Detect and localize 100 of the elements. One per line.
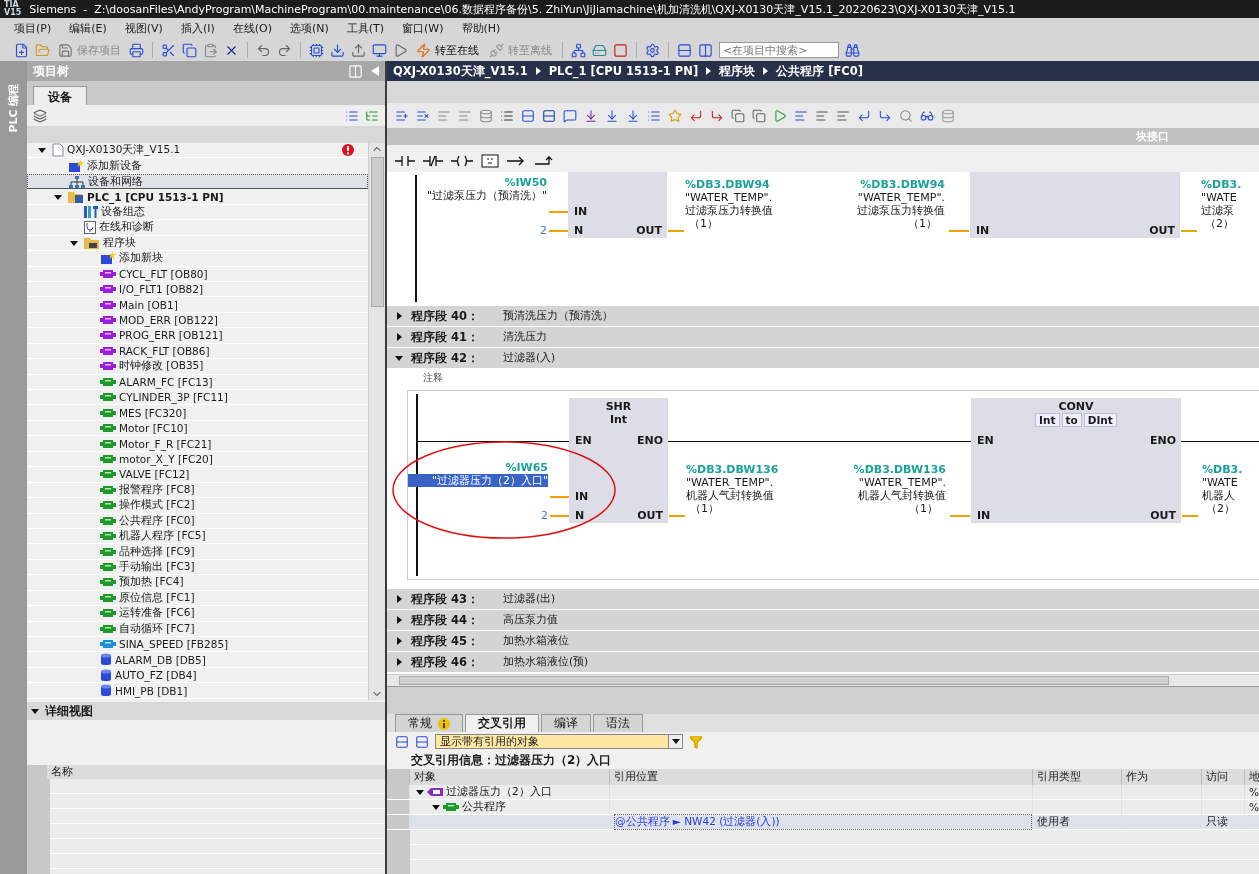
search-field[interactable]: <在项目中搜索> <box>719 42 839 58</box>
caret-right-icon[interactable] <box>395 616 403 624</box>
align-left-icon[interactable] <box>794 108 808 123</box>
go-online-button[interactable]: 转至在线 <box>414 42 481 58</box>
caret-right-icon[interactable] <box>395 333 403 341</box>
device-icon[interactable] <box>592 42 607 58</box>
caret-down-icon[interactable] <box>70 238 78 247</box>
vertical-scrollbar[interactable] <box>368 143 385 700</box>
tree-item[interactable]: ALARM_DB [DB5] <box>27 652 368 668</box>
menu-item[interactable]: 选项(N) <box>289 21 329 36</box>
undo-icon[interactable] <box>256 42 271 58</box>
network-icon[interactable] <box>571 42 586 58</box>
tree-item[interactable]: VALVE [FC12] <box>27 467 368 483</box>
tree-item[interactable]: 操作模式 [FC2] <box>27 498 368 514</box>
rows-icon[interactable] <box>521 108 535 123</box>
tree-item[interactable]: 公共程序 <box>410 800 610 815</box>
paste-icon[interactable] <box>203 42 218 58</box>
negated-contact-icon[interactable] <box>423 155 443 167</box>
inspector-tab[interactable]: 常规 <box>395 714 463 732</box>
contact-icon[interactable] <box>395 155 415 167</box>
coil-icon[interactable] <box>451 155 473 167</box>
tree-view-icon[interactable] <box>365 108 379 123</box>
tree-item[interactable]: 添加新块 <box>27 251 368 267</box>
menu-item[interactable]: 帮助(H) <box>461 21 501 36</box>
menu-item[interactable]: 窗口(W) <box>402 21 444 36</box>
play-icon[interactable] <box>773 108 787 123</box>
columns-icon[interactable] <box>698 42 713 58</box>
return-icon[interactable] <box>857 108 871 123</box>
redo-icon[interactable] <box>277 42 292 58</box>
breadcrumb-item[interactable]: QXJ-X0130天津_V15.1 <box>393 63 528 79</box>
play-icon[interactable] <box>393 42 408 58</box>
return-icon[interactable] <box>878 108 892 123</box>
upload-icon[interactable] <box>351 42 366 58</box>
search-icon[interactable] <box>899 108 913 123</box>
download-icon[interactable] <box>626 108 640 123</box>
copy-icon[interactable] <box>752 108 766 123</box>
download-icon[interactable] <box>584 108 598 123</box>
rows-icon[interactable] <box>542 108 556 123</box>
caret-right-icon[interactable] <box>395 637 403 645</box>
menu-item[interactable]: 插入(I) <box>180 21 215 36</box>
menu-item[interactable]: 工具(T) <box>346 21 385 36</box>
panel-tab[interactable]: 设备 <box>33 86 87 105</box>
filter-icon[interactable] <box>689 734 703 749</box>
collapse-icon[interactable] <box>371 66 379 76</box>
comment-icon[interactable] <box>563 108 577 123</box>
rows-icon[interactable] <box>415 734 429 749</box>
inspector-tab[interactable]: 语法 <box>593 714 643 732</box>
close-branch-icon[interactable] <box>535 155 555 167</box>
scroll-thumb[interactable] <box>370 156 384 307</box>
download-icon[interactable] <box>330 42 345 58</box>
tree-item[interactable]: PLC_1 [CPU 1513-1 PN] <box>27 189 368 205</box>
menu-item[interactable]: 在线(O) <box>232 21 272 36</box>
caret-down-icon[interactable] <box>432 803 440 811</box>
lightning-icon[interactable] <box>416 42 431 58</box>
align-left-icon[interactable] <box>836 108 850 123</box>
binoculars-icon[interactable] <box>845 42 860 58</box>
menu-item[interactable]: 编辑(E) <box>69 21 107 36</box>
inspector-tab[interactable]: 编译 <box>541 714 591 732</box>
menu-item[interactable]: 项目(P) <box>14 21 52 36</box>
caret-right-icon[interactable] <box>395 312 403 320</box>
caret-down-icon[interactable] <box>54 192 62 201</box>
rows-icon[interactable] <box>677 42 692 58</box>
square-icon[interactable] <box>613 42 628 58</box>
breadcrumb-item[interactable]: 公共程序 [FC0] <box>776 63 863 79</box>
tree-item[interactable]: 在线和诊断 <box>27 220 368 236</box>
list-x-icon[interactable] <box>416 108 430 123</box>
tree-item[interactable]: SINA_SPEED [FB285] <box>27 637 368 653</box>
database-icon[interactable] <box>941 108 955 123</box>
empty-box-icon[interactable] <box>481 154 499 168</box>
filter-dropdown[interactable]: 显示带有引用的对象 <box>435 734 683 749</box>
tree-item[interactable]: CYLINDER_3P [FC11] <box>27 390 368 406</box>
monitor-icon[interactable] <box>372 42 387 58</box>
copy-icon[interactable] <box>182 42 197 58</box>
align-left-icon[interactable] <box>815 108 829 123</box>
tree-item[interactable]: 添加新设备 <box>27 158 368 174</box>
scroll-thumb[interactable] <box>399 676 1169 685</box>
tree-item[interactable]: PROG_ERR [OB121] <box>27 328 368 344</box>
star-icon[interactable] <box>668 108 682 123</box>
tree-item[interactable]: QXJ-X0130天津_V15.1 <box>27 143 368 159</box>
caret-down-icon[interactable] <box>38 146 46 155</box>
network-header[interactable]: 程序段 41： 清洗压力 <box>387 327 1259 347</box>
network-header[interactable]: 程序段 45： 加热水箱液位 <box>387 631 1259 651</box>
network-header[interactable]: 程序段 43： 过滤器(出) <box>387 589 1259 609</box>
return-icon[interactable] <box>689 108 703 123</box>
network-header[interactable]: 程序段 42： 过滤器(入) <box>387 348 1259 368</box>
detail-view-header[interactable]: 详细视图 <box>27 702 385 720</box>
new-file-icon[interactable] <box>14 42 29 58</box>
caret-right-icon[interactable] <box>395 658 403 666</box>
download-icon[interactable] <box>605 108 619 123</box>
rows-icon[interactable] <box>395 734 409 749</box>
tree-item[interactable]: 预加热 [FC4] <box>27 575 368 591</box>
caret-down-icon[interactable] <box>395 354 403 362</box>
network-header[interactable]: 程序段 46： 加热水箱液位(预) <box>387 652 1259 672</box>
database-icon[interactable] <box>479 108 493 123</box>
printer-icon[interactable] <box>129 42 144 58</box>
chip-icon[interactable] <box>309 42 324 58</box>
tree-item[interactable]: 品种选择 [FC9] <box>27 544 368 560</box>
caret-down-icon[interactable] <box>416 788 424 796</box>
glasses-icon[interactable] <box>920 108 934 123</box>
return-icon[interactable] <box>710 108 724 123</box>
